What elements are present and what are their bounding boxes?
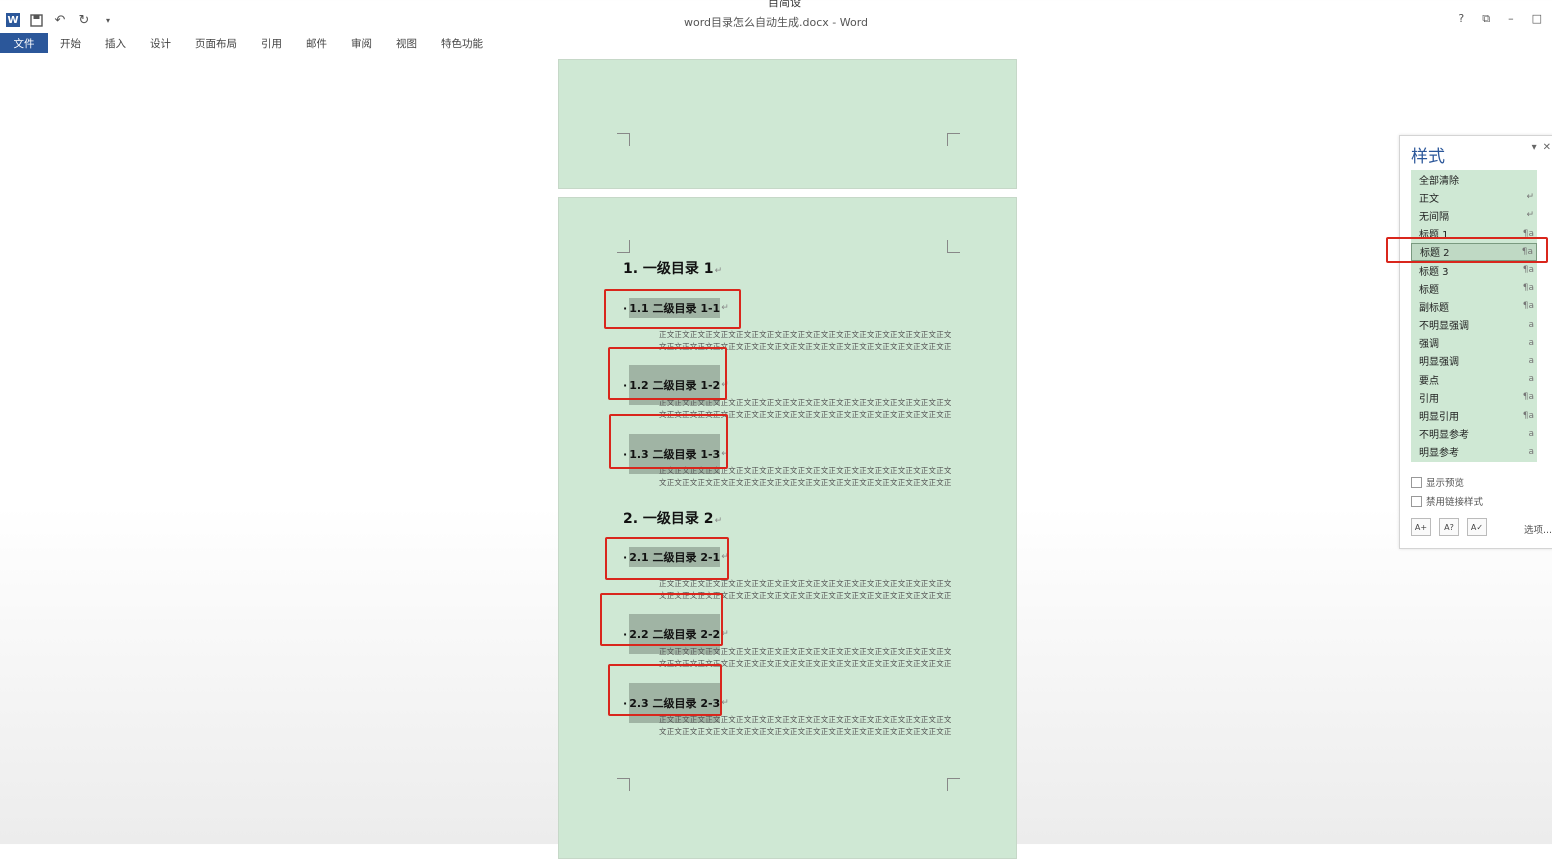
style-item-label: 不明显参考 — [1419, 430, 1469, 442]
style-item[interactable]: 正文 ↵ — [1411, 188, 1537, 206]
margin-corner-marker — [947, 133, 960, 146]
margin-corner-marker — [947, 778, 960, 791]
style-item[interactable]: 标题 ¶a — [1411, 279, 1537, 297]
style-item-label: 正文 — [1419, 193, 1439, 205]
style-item[interactable]: 明显引用 ¶a — [1411, 406, 1537, 424]
style-item[interactable]: 不明显参考 a — [1411, 425, 1537, 443]
annotation-box — [1386, 237, 1548, 263]
pane-menu-icon[interactable]: ▾ — [1532, 142, 1537, 153]
window-controls: ? ⧉ – □ — [1458, 12, 1542, 26]
style-type-icon: ¶a — [1522, 301, 1534, 312]
margin-corner-marker — [617, 133, 630, 146]
annotation-box — [600, 593, 723, 646]
annotation-box — [604, 289, 741, 329]
style-item[interactable]: 明显强调 a — [1411, 352, 1537, 370]
style-item-label: 标题 3 — [1419, 266, 1449, 278]
document-title: word目录怎么自动生成.docx - Word — [683, 16, 869, 29]
style-item-label: 全部清除 — [1419, 175, 1459, 187]
tab-file[interactable]: 文件 — [0, 33, 48, 53]
style-item[interactable]: 副标题 ¶a — [1411, 297, 1537, 315]
tab-design[interactable]: 设计 — [138, 33, 183, 53]
style-type-icon: a — [1528, 446, 1534, 457]
checkbox-box[interactable] — [1411, 476, 1422, 488]
pane-controls: ▾ ✕ — [1532, 142, 1551, 153]
annotation-box — [608, 347, 727, 400]
ribbon-display-button[interactable]: ⧉ — [1482, 12, 1490, 26]
style-item[interactable]: 不明显强调 a — [1411, 316, 1537, 334]
ribbon-tabs: 文件 开始 插入 设计 页面布局 引用 邮件 审阅 视图 特色功能 — [0, 33, 495, 53]
style-item-label: 副标题 — [1419, 302, 1449, 314]
style-item-label: 要点 — [1419, 375, 1439, 387]
style-item[interactable]: 强调 a — [1411, 334, 1537, 352]
style-item[interactable]: 要点 a — [1411, 370, 1537, 388]
clipped-top-text: 目简设 — [768, 0, 801, 9]
style-item-label: 明显参考 — [1419, 448, 1459, 460]
heading1[interactable]: 1. 一级目录 1↵ — [623, 258, 722, 278]
annotation-box — [609, 414, 728, 469]
pane-buttons: A+ A? A✓ — [1411, 518, 1487, 536]
body-paragraph[interactable]: 正文正文正文正文正文正文正文正文正文正文正文正文正文正文正文正文正文正文正文正文… — [659, 714, 951, 738]
style-type-icon: a — [1528, 428, 1534, 439]
options-link[interactable]: 选项... — [1524, 522, 1552, 536]
margin-corner-marker — [617, 778, 630, 791]
style-type-icon: a — [1528, 337, 1534, 348]
style-item[interactable]: 标题 3 ¶a — [1411, 261, 1537, 279]
style-list: 全部清除 正文 ↵ 无间隔 ↵ 标题 1 ¶a 标题 2 ¶a 标题 3 ¶a 标题 ¶a 副标题 ¶a 不明… — [1411, 170, 1537, 462]
style-item-label: 不明显强调 — [1419, 321, 1469, 333]
style-item-label: 标题 — [1419, 284, 1439, 296]
style-item-label: 明显引用 — [1419, 412, 1459, 424]
margin-corner-marker — [947, 240, 960, 253]
style-type-icon: ↵ — [1526, 210, 1534, 221]
styles-pane-title: 样式 — [1411, 147, 1445, 167]
annotation-box — [605, 537, 729, 580]
disable-linked-styles-checkbox[interactable]: 禁用链接样式 — [1411, 494, 1483, 508]
style-item-label: 引用 — [1419, 393, 1439, 405]
style-type-icon: a — [1528, 374, 1534, 385]
tab-insert[interactable]: 插入 — [93, 33, 138, 53]
style-item-label: 明显强调 — [1419, 357, 1459, 369]
style-item-label: 无间隔 — [1419, 211, 1449, 223]
tab-review[interactable]: 审阅 — [339, 33, 384, 53]
styles-pane: 样式 ▾ ✕ 全部清除 正文 ↵ 无间隔 ↵ 标题 1 ¶a 标题 2 ¶a 标题 3 ¶a 标题 ¶a… — [1399, 135, 1552, 549]
annotation-box — [608, 664, 722, 716]
style-item[interactable]: 无间隔 ↵ — [1411, 206, 1537, 224]
document-page-1[interactable] — [558, 59, 1017, 189]
new-style-button[interactable]: A+ — [1411, 518, 1431, 536]
minimize-button[interactable]: – — [1508, 12, 1514, 26]
manage-styles-button[interactable]: A✓ — [1467, 518, 1487, 536]
style-type-icon: ¶a — [1522, 410, 1534, 421]
style-inspector-button[interactable]: A? — [1439, 518, 1459, 536]
help-button[interactable]: ? — [1458, 12, 1464, 26]
heading1[interactable]: 2. 一级目录 2↵ — [623, 508, 722, 528]
title-bar: 目简设 W ↶ ↻ ▾ word目录怎么自动生成.docx - Word ? ⧉… — [0, 0, 1552, 32]
margin-corner-marker — [617, 240, 630, 253]
style-type-icon: ¶a — [1522, 392, 1534, 403]
tab-page-layout[interactable]: 页面布局 — [183, 33, 249, 53]
tab-references[interactable]: 引用 — [249, 33, 294, 53]
tab-view[interactable]: 视图 — [384, 33, 429, 53]
show-preview-checkbox[interactable]: 显示预览 — [1411, 475, 1464, 489]
style-item[interactable]: 全部清除 — [1411, 170, 1537, 188]
close-icon[interactable]: ✕ — [1543, 142, 1551, 153]
style-item[interactable]: 引用 ¶a — [1411, 388, 1537, 406]
style-type-icon: a — [1528, 319, 1534, 330]
style-type-icon: ↵ — [1526, 192, 1534, 203]
tab-home[interactable]: 开始 — [48, 33, 93, 53]
style-type-icon: ¶a — [1522, 265, 1534, 276]
checkbox-box[interactable] — [1411, 495, 1422, 507]
style-item[interactable]: 明显参考 a — [1411, 443, 1537, 461]
style-type-icon: a — [1528, 355, 1534, 366]
tab-mailings[interactable]: 邮件 — [294, 33, 339, 53]
maximize-button[interactable]: □ — [1532, 12, 1542, 26]
style-item-label: 强调 — [1419, 339, 1439, 351]
tab-special-features[interactable]: 特色功能 — [429, 33, 495, 53]
style-type-icon: ¶a — [1522, 283, 1534, 294]
